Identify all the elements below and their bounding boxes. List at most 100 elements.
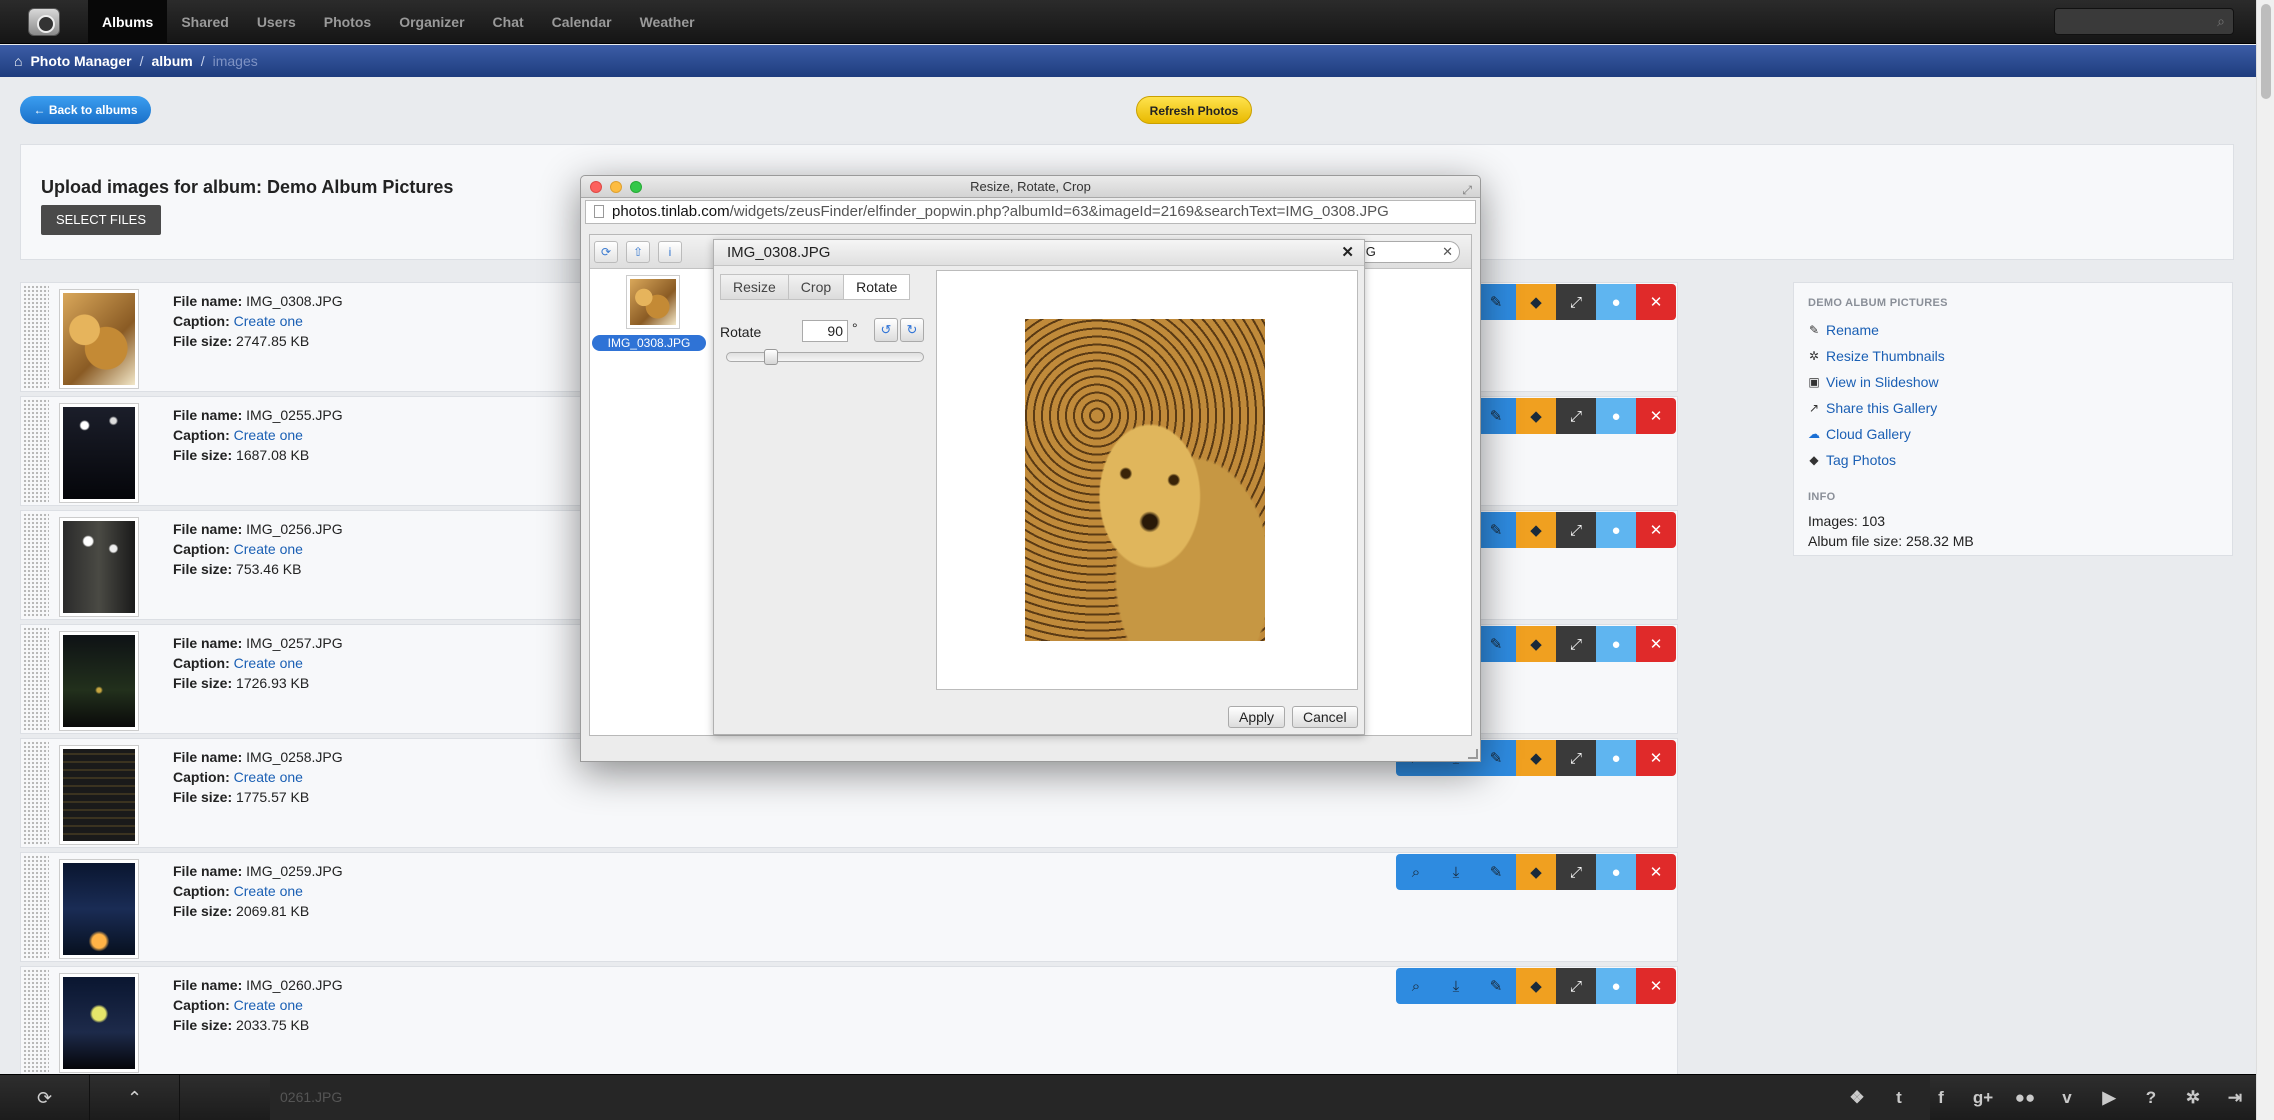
image-thumbnail[interactable] — [59, 631, 139, 731]
delete-icon[interactable]: ✕ — [1636, 512, 1676, 548]
tag-icon[interactable]: ◆ — [1516, 398, 1556, 434]
nav-item-calendar[interactable]: Calendar — [538, 0, 626, 44]
youtube-icon[interactable]: ▶ — [2088, 1075, 2130, 1120]
drag-handle[interactable] — [23, 855, 49, 959]
info-icon[interactable]: ● — [1596, 854, 1636, 890]
close-window-button[interactable] — [590, 181, 602, 193]
image-thumbnail[interactable] — [59, 517, 139, 617]
edit-icon[interactable]: ✎ — [1476, 854, 1516, 890]
refresh-icon[interactable]: ⟳ — [0, 1075, 90, 1120]
tag-icon[interactable]: ◆ — [1516, 284, 1556, 320]
close-icon[interactable]: ✕ — [1341, 240, 1354, 266]
delete-icon[interactable]: ✕ — [1636, 854, 1676, 890]
flickr-icon[interactable]: ●● — [2004, 1075, 2046, 1120]
facebook-icon[interactable]: f — [1920, 1075, 1962, 1120]
dropbox-icon[interactable]: ❖ — [1836, 1075, 1878, 1120]
edit-icon[interactable]: ✎ — [1476, 968, 1516, 1004]
drag-handle[interactable] — [23, 399, 49, 503]
download-icon[interactable]: ⤓ — [1436, 968, 1476, 1004]
delete-icon[interactable]: ✕ — [1636, 284, 1676, 320]
refresh-photos-button[interactable]: Refresh Photos — [1136, 96, 1252, 124]
rotate-slider[interactable] — [726, 349, 924, 365]
tag-icon[interactable]: ◆ — [1516, 854, 1556, 890]
sidebar-link-rename[interactable]: ✎ Rename — [1808, 317, 2218, 343]
tab-rotate[interactable]: Rotate — [843, 274, 911, 300]
nav-search-input[interactable]: ⌕ — [2054, 8, 2234, 35]
drag-handle[interactable] — [23, 741, 49, 845]
file-item[interactable]: IMG_0308.JPG — [592, 273, 706, 355]
fullscreen-icon[interactable]: ⤢ — [1462, 179, 1472, 201]
nav-item-organizer[interactable]: Organizer — [385, 0, 478, 44]
image-thumbnail[interactable] — [59, 745, 139, 845]
nav-item-photos[interactable]: Photos — [310, 0, 385, 44]
tag-icon[interactable]: ◆ — [1516, 968, 1556, 1004]
zoom-icon[interactable]: ⌕ — [1396, 854, 1436, 890]
fullscreen-icon[interactable]: ⤢ — [1556, 512, 1596, 548]
sidebar-link-share-gallery[interactable]: ↗ Share this Gallery — [1808, 395, 2218, 421]
nav-item-albums[interactable]: Albums — [88, 0, 168, 44]
edit-icon[interactable]: ✎ — [1476, 398, 1516, 434]
nav-item-chat[interactable]: Chat — [479, 0, 538, 44]
fullscreen-icon[interactable]: ⤢ — [1556, 284, 1596, 320]
nav-item-shared[interactable]: Shared — [167, 0, 242, 44]
create-caption-link[interactable]: Create one — [234, 883, 303, 899]
info-icon[interactable]: ● — [1596, 512, 1636, 548]
google-plus-icon[interactable]: g+ — [1962, 1075, 2004, 1120]
clear-search-icon[interactable]: ✕ — [1442, 242, 1453, 262]
apply-button[interactable]: Apply — [1228, 706, 1286, 728]
scrollbar-thumb[interactable] — [2261, 4, 2271, 99]
app-logo[interactable] — [28, 8, 60, 36]
fullscreen-icon[interactable]: ⤢ — [1556, 740, 1596, 776]
tab-crop[interactable]: Crop — [787, 274, 845, 300]
url-bar[interactable]: photos.tinlab.com/widgets/zeusFinder/elf… — [585, 200, 1476, 224]
nav-item-weather[interactable]: Weather — [626, 0, 709, 44]
tag-icon[interactable]: ◆ — [1516, 740, 1556, 776]
info-icon[interactable]: ● — [1596, 284, 1636, 320]
select-files-button[interactable]: SELECT FILES — [41, 205, 161, 235]
chevron-up-icon[interactable]: ⌃ — [90, 1075, 180, 1120]
breadcrumb-album[interactable]: album — [151, 45, 192, 77]
up-folder-icon[interactable]: ⇧ — [626, 241, 650, 263]
popup-titlebar[interactable]: Resize, Rotate, Crop ⤢ — [581, 176, 1480, 198]
image-thumbnail[interactable] — [59, 403, 139, 503]
minimize-window-button[interactable] — [610, 181, 622, 193]
dialog-titlebar[interactable]: IMG_0308.JPG ✕ — [714, 240, 1364, 266]
delete-icon[interactable]: ✕ — [1636, 968, 1676, 1004]
sidebar-link-resize-thumbnails[interactable]: ✲ Resize Thumbnails — [1808, 343, 2218, 369]
window-resize-grip[interactable] — [1468, 749, 1478, 759]
reload-icon[interactable]: ⟳ — [594, 241, 618, 263]
delete-icon[interactable]: ✕ — [1636, 398, 1676, 434]
breadcrumb-home[interactable]: Photo Manager — [30, 45, 131, 77]
settings-icon[interactable]: ✲ — [2172, 1075, 2214, 1120]
fullscreen-icon[interactable]: ⤢ — [1556, 626, 1596, 662]
download-icon[interactable]: ⤓ — [1436, 854, 1476, 890]
tab-resize[interactable]: Resize — [720, 274, 789, 300]
vimeo-icon[interactable]: v — [2046, 1075, 2088, 1120]
fullscreen-icon[interactable]: ⤢ — [1556, 854, 1596, 890]
drag-handle[interactable] — [23, 627, 49, 731]
cancel-button[interactable]: Cancel — [1292, 706, 1358, 728]
sidebar-link-cloud-gallery[interactable]: ☁ Cloud Gallery — [1808, 421, 2218, 447]
edit-icon[interactable]: ✎ — [1476, 284, 1516, 320]
edit-icon[interactable]: ✎ — [1476, 512, 1516, 548]
twitter-icon[interactable]: t — [1878, 1075, 1920, 1120]
fullscreen-icon[interactable]: ⤢ — [1556, 968, 1596, 1004]
image-thumbnail[interactable] — [59, 859, 139, 959]
image-thumbnail[interactable] — [59, 973, 139, 1073]
logout-icon[interactable]: ⇥ — [2214, 1075, 2256, 1120]
drag-handle[interactable] — [23, 285, 49, 389]
image-thumbnail[interactable] — [59, 289, 139, 389]
rotate-right-icon[interactable]: ↻ — [900, 318, 924, 342]
info-icon[interactable]: ● — [1596, 626, 1636, 662]
info-icon[interactable]: ● — [1596, 740, 1636, 776]
edit-icon[interactable]: ✎ — [1476, 626, 1516, 662]
delete-icon[interactable]: ✕ — [1636, 740, 1676, 776]
create-caption-link[interactable]: Create one — [234, 655, 303, 671]
drag-handle[interactable] — [23, 513, 49, 617]
rotate-degree-input[interactable]: 90 — [802, 320, 848, 342]
nav-item-users[interactable]: Users — [243, 0, 310, 44]
fullscreen-icon[interactable]: ⤢ — [1556, 398, 1596, 434]
info-icon[interactable]: i — [658, 241, 682, 263]
edit-icon[interactable]: ✎ — [1476, 740, 1516, 776]
page-scrollbar[interactable] — [2256, 0, 2274, 1120]
